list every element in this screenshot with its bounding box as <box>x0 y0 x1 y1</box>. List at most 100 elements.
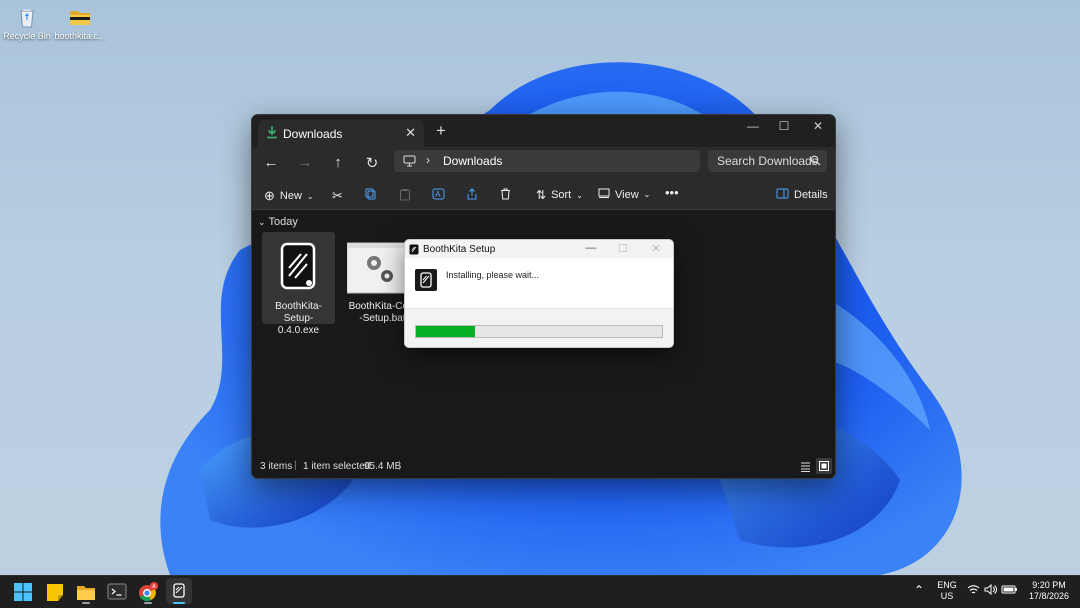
close-button[interactable]: ✕ <box>647 242 665 255</box>
trash-icon <box>500 188 511 203</box>
file-name-line1: BoothKita-Setup- <box>275 301 322 324</box>
scissors-icon: ✂ <box>332 188 343 203</box>
details-button[interactable]: Details <box>776 188 828 202</box>
install-status-text: Installing, please wait... <box>446 270 540 280</box>
clock-date: 17/8/2026 <box>1028 591 1070 601</box>
show-hidden-icons-button[interactable]: ⌃ <box>914 583 924 597</box>
chevron-down-icon: ⌄ <box>306 191 314 201</box>
chevron-right-icon: › <box>426 153 430 167</box>
address-segment-downloads[interactable]: Downloads <box>443 154 502 168</box>
desktop-icon-boothkita-folder[interactable]: boothkita.c... <box>53 5 107 41</box>
language-indicator[interactable]: ENG US <box>935 580 959 602</box>
selected-size: 95.4 MB <box>364 461 402 472</box>
share-button[interactable] <box>466 188 478 203</box>
ellipsis-icon: ••• <box>665 185 679 200</box>
boothkita-app[interactable] <box>166 578 192 604</box>
details-pane-icon <box>776 188 789 202</box>
minimize-button[interactable]: — <box>743 119 763 133</box>
file-name: BoothKita-Setup- 0.4.0.exe <box>262 301 335 337</box>
separator: | <box>398 460 401 471</box>
desktop-icon-label: boothkita.c... <box>54 31 106 41</box>
monitor-icon <box>403 155 416 170</box>
new-button[interactable]: ⊕ New ⌄ <box>264 188 314 204</box>
close-tab-button[interactable]: ✕ <box>405 125 416 141</box>
terminal-app[interactable] <box>105 581 129 603</box>
running-indicator <box>82 602 90 604</box>
file-item-boothkita-setup-exe[interactable]: BoothKita-Setup- 0.4.0.exe <box>262 232 335 336</box>
file-explorer-app[interactable] <box>74 581 98 604</box>
copy-button[interactable] <box>365 188 377 203</box>
tiles-view-button[interactable] <box>816 458 832 474</box>
new-tab-button[interactable]: + <box>436 121 446 141</box>
file-explorer-icon <box>77 586 95 600</box>
setup-dialog: BoothKita Setup — ☐ ✕ Installing, please… <box>404 239 674 348</box>
svg-text:A: A <box>435 190 441 199</box>
view-icon <box>598 188 610 201</box>
terminal-icon <box>107 583 127 600</box>
separator: | <box>294 460 297 471</box>
back-button[interactable]: ← <box>261 154 281 171</box>
view-button[interactable]: View ⌄ <box>598 188 650 201</box>
sort-button[interactable]: ⇅ Sort ⌄ <box>536 188 583 202</box>
copy-icon <box>365 188 377 203</box>
sticky-notes-app[interactable] <box>43 581 67 603</box>
delete-button[interactable] <box>500 188 511 203</box>
clipboard-icon <box>399 188 411 204</box>
tab-downloads[interactable]: Downloads ✕ <box>258 120 424 147</box>
group-header-label: Today <box>268 216 298 228</box>
chrome-icon: A <box>139 582 158 602</box>
tab-label: Downloads <box>283 127 343 141</box>
tab-bar: Downloads ✕ + — ☐ ✕ <box>252 115 835 147</box>
chrome-app[interactable]: A <box>136 581 160 604</box>
cut-button[interactable]: ✂ <box>332 188 343 204</box>
up-button[interactable]: ↑ <box>328 154 348 171</box>
navigation-bar: ← → ↑ ↻ › Downloads Search Downloads <box>252 147 835 181</box>
address-bar[interactable]: › Downloads <box>394 150 700 172</box>
battery-icon[interactable] <box>1001 584 1018 597</box>
command-bar: ⊕ New ⌄ ✂ A ⇅ Sort ⌄ View ⌄ ••• Details <box>252 181 835 210</box>
chevron-down-icon: ⌄ <box>576 190 583 200</box>
sort-label: Sort <box>551 189 572 201</box>
chevron-down-icon: ⌄ <box>643 190 651 199</box>
desktop-icon-recycle-bin[interactable]: Recycle Bin <box>0 5 54 41</box>
dialog-title: BoothKita Setup <box>423 244 496 255</box>
folder-icon <box>67 5 93 29</box>
maximize-button[interactable]: ☐ <box>614 242 632 255</box>
boothkita-app-icon <box>415 269 437 294</box>
share-icon <box>466 188 478 203</box>
plus-circle-icon: ⊕ <box>264 188 275 203</box>
boothkita-app-icon <box>279 242 317 293</box>
desktop-icon-label: Recycle Bin <box>3 31 51 41</box>
paste-button[interactable] <box>399 188 411 204</box>
maximize-button[interactable]: ☐ <box>774 119 794 133</box>
close-window-button[interactable]: ✕ <box>808 119 828 133</box>
install-progress-bar <box>415 325 663 338</box>
search-placeholder: Search Downloads <box>717 154 818 168</box>
start-icon <box>14 583 32 601</box>
clock[interactable]: 9:20 PM 17/8/2026 <box>1024 580 1074 602</box>
sticky-notes-icon <box>47 584 63 601</box>
group-header-today[interactable]: ⌄ Today <box>258 216 298 228</box>
boothkita-icon <box>173 583 185 598</box>
refresh-button[interactable]: ↻ <box>362 154 382 172</box>
status-bar: 3 items | 1 item selected 95.4 MB | <box>252 456 835 478</box>
language-top: ENG <box>937 580 957 590</box>
minimize-button[interactable]: — <box>582 242 600 254</box>
batch-file-gear-icon <box>346 242 408 297</box>
rename-icon: A <box>432 188 445 203</box>
clock-time: 9:20 PM <box>1032 580 1066 590</box>
download-icon <box>266 125 278 142</box>
search-input[interactable]: Search Downloads <box>708 150 827 172</box>
forward-button[interactable]: → <box>295 154 315 171</box>
details-view-button[interactable] <box>799 460 812 476</box>
item-count: 3 items <box>260 461 293 472</box>
start-button[interactable] <box>11 581 35 603</box>
wifi-icon[interactable] <box>967 584 980 597</box>
search-icon <box>810 155 821 169</box>
details-label: Details <box>794 189 828 201</box>
rename-button[interactable]: A <box>432 188 445 203</box>
volume-icon[interactable] <box>984 583 997 597</box>
more-options-button[interactable]: ••• <box>665 185 679 200</box>
sort-icon: ⇅ <box>536 188 547 202</box>
boothkita-small-icon <box>409 244 419 258</box>
